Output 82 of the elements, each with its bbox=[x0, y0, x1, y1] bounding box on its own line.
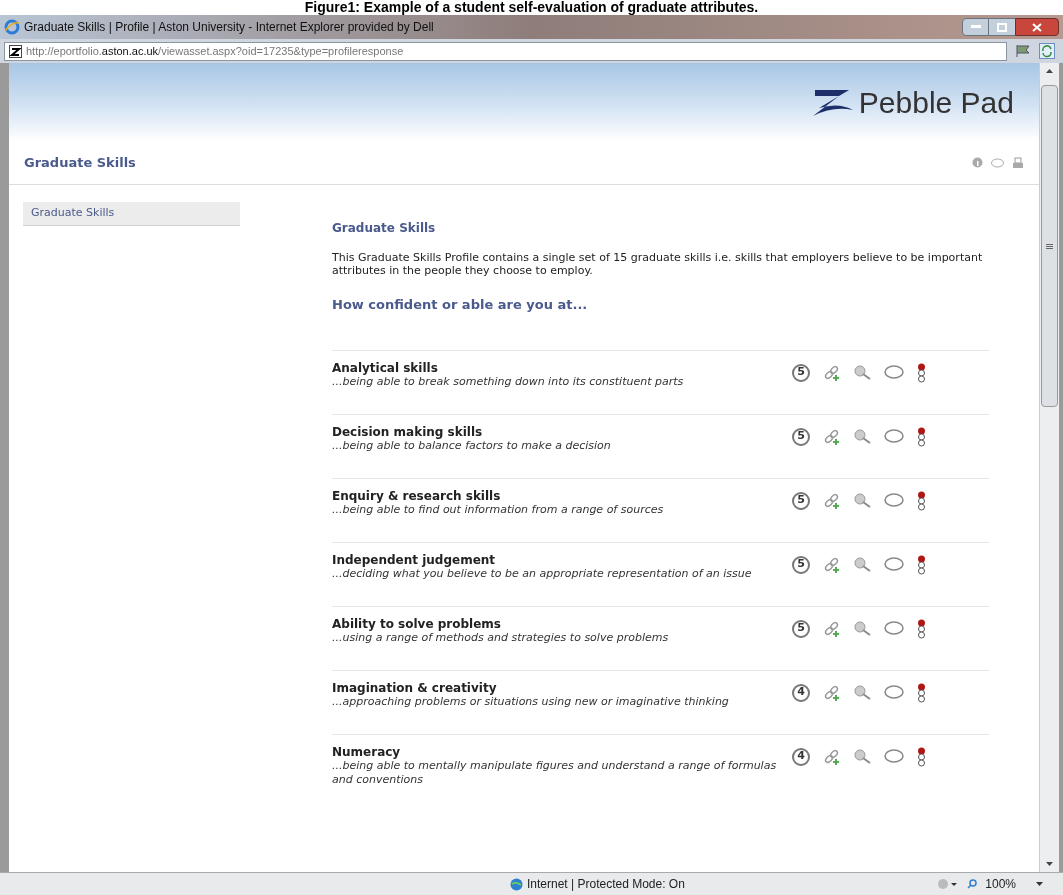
search-icon[interactable] bbox=[854, 749, 871, 764]
rating-badge: 5 bbox=[792, 491, 810, 510]
skill-description: ...being able to break something down into its constituent parts bbox=[332, 374, 685, 389]
info-icon[interactable] bbox=[972, 157, 983, 168]
dropdown-arrow-icon[interactable] bbox=[1036, 882, 1043, 886]
skill-name: Enquiry & research skills bbox=[332, 488, 502, 503]
magnifier-icon bbox=[967, 879, 978, 889]
scroll-up-icon[interactable] bbox=[1046, 69, 1053, 73]
skill-description: ...using a range of methods and strategies to solve problems bbox=[332, 630, 670, 645]
globe-icon bbox=[510, 877, 523, 891]
link-add-icon[interactable] bbox=[823, 556, 841, 573]
link-add-icon[interactable] bbox=[823, 620, 841, 637]
skill-description: ...approaching problems or situations using new or imaginative thinking bbox=[332, 694, 730, 709]
traffic-light-icon bbox=[917, 618, 926, 639]
skill-name: Analytical skills bbox=[332, 360, 439, 375]
skill-name: Decision making skills bbox=[332, 424, 484, 439]
page-icon bbox=[9, 44, 22, 58]
logo-text: Pebble Pad bbox=[858, 84, 1014, 121]
url-text: http://eportfolio.aston.ac.uk/viewasset.aspx?oid=17235&type=profileresponse bbox=[26, 43, 404, 59]
search-icon[interactable] bbox=[854, 429, 871, 444]
grip-icon bbox=[1046, 243, 1053, 249]
link-add-icon[interactable] bbox=[823, 684, 841, 701]
zoom-level[interactable]: 100% bbox=[985, 875, 1016, 893]
intro-paragraph: This Graduate Skills Profile contains a single set of 15 graduate skills i.e. skills that employers believe to be important attributes in the people they choose to employ. bbox=[332, 251, 984, 277]
speech-bubble-icon[interactable] bbox=[884, 365, 904, 380]
search-icon[interactable] bbox=[854, 493, 871, 508]
speech-bubble-icon[interactable] bbox=[884, 557, 904, 572]
flag-icon[interactable] bbox=[1015, 44, 1031, 58]
skill-name: Independent judgement bbox=[332, 552, 497, 567]
minimize-button[interactable] bbox=[962, 18, 989, 36]
scrollbar-thumb[interactable] bbox=[1041, 85, 1058, 407]
traffic-light-icon bbox=[917, 362, 926, 383]
search-icon[interactable] bbox=[854, 557, 871, 572]
traffic-light-icon bbox=[917, 554, 926, 575]
rating-badge: 5 bbox=[792, 555, 810, 574]
traffic-light-icon bbox=[917, 490, 926, 511]
figure-caption: Figure1: Example of a student self-evaluation of graduate attributes. bbox=[304, 0, 759, 15]
browser-logo-icon bbox=[4, 19, 20, 35]
section-title: Graduate Skills bbox=[332, 220, 437, 237]
sidebar-item[interactable]: Graduate Skills bbox=[23, 202, 240, 226]
close-button[interactable] bbox=[1015, 18, 1059, 36]
traffic-light-icon bbox=[917, 682, 926, 703]
refresh-icon[interactable] bbox=[1039, 43, 1055, 59]
window-title: Graduate Skills | Profile | Aston University - Internet Explorer provided by Dell bbox=[24, 19, 434, 36]
skill-description: ...deciding what you believe to be an appropriate representation of an issue bbox=[332, 566, 753, 581]
speech-bubble-icon[interactable] bbox=[884, 429, 904, 444]
rating-badge: 4 bbox=[792, 683, 810, 702]
search-icon[interactable] bbox=[854, 365, 871, 380]
rating-badge: 4 bbox=[792, 747, 810, 766]
skill-name: Ability to solve problems bbox=[332, 616, 502, 631]
page-title: Graduate Skills bbox=[24, 153, 136, 172]
speech-bubble-icon[interactable] bbox=[884, 493, 904, 508]
speech-bubble-icon[interactable] bbox=[991, 157, 1004, 168]
traffic-light-icon bbox=[917, 426, 926, 447]
question-heading: How confident or able are you at... bbox=[332, 296, 589, 314]
maximize-icon bbox=[997, 22, 1007, 32]
speech-bubble-icon[interactable] bbox=[884, 621, 904, 636]
link-add-icon[interactable] bbox=[823, 492, 841, 509]
link-add-icon[interactable] bbox=[823, 364, 841, 381]
close-icon bbox=[1032, 22, 1042, 32]
rating-badge: 5 bbox=[792, 619, 810, 638]
printer-icon[interactable] bbox=[1012, 156, 1024, 169]
minimize-icon bbox=[970, 25, 981, 29]
link-add-icon[interactable] bbox=[823, 428, 841, 445]
rating-badge: 5 bbox=[792, 363, 810, 382]
speech-bubble-icon[interactable] bbox=[884, 749, 904, 764]
link-add-icon[interactable] bbox=[823, 748, 841, 765]
search-icon[interactable] bbox=[854, 685, 871, 700]
skill-description: ...being able to find out information from a range of sources bbox=[332, 502, 665, 517]
skill-name: Imagination & creativity bbox=[332, 680, 498, 695]
speech-bubble-icon[interactable] bbox=[884, 685, 904, 700]
maximize-button[interactable] bbox=[989, 18, 1015, 36]
scrollbar[interactable] bbox=[1039, 63, 1059, 872]
address-field[interactable]: http://eportfolio.aston.ac.uk/viewasset.aspx?oid=17235&type=profileresponse bbox=[4, 41, 1007, 61]
skill-description: ...being able to mentally manipulate figures and understand a range of formulas and conventions bbox=[332, 758, 778, 787]
rating-badge: 5 bbox=[792, 427, 810, 446]
search-icon[interactable] bbox=[854, 621, 871, 636]
skill-name: Numeracy bbox=[332, 744, 402, 759]
scroll-down-icon[interactable] bbox=[1046, 862, 1053, 866]
security-zone-text: Internet | Protected Mode: On bbox=[527, 876, 685, 893]
traffic-light-icon bbox=[917, 746, 926, 767]
skill-description: ...being able to balance factors to make a decision bbox=[332, 438, 612, 453]
